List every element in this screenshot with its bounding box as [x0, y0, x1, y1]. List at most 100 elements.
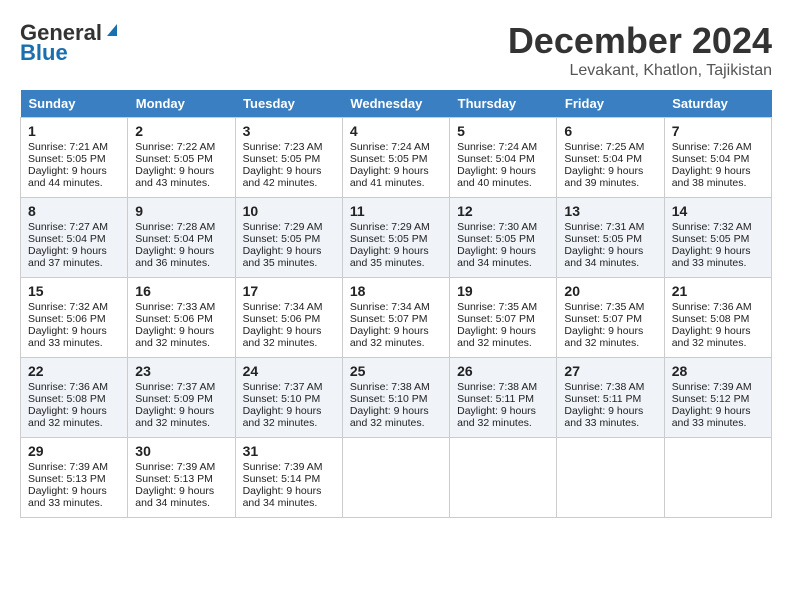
- sunrise-text: Sunrise: 7:36 AM: [672, 301, 764, 313]
- sunrise-text: Sunrise: 7:22 AM: [135, 141, 227, 153]
- logo-arrow-icon: [103, 20, 121, 43]
- table-row: 10 Sunrise: 7:29 AM Sunset: 5:05 PM Dayl…: [235, 198, 342, 278]
- sunrise-text: Sunrise: 7:37 AM: [243, 381, 335, 393]
- calendar-week-row: 8 Sunrise: 7:27 AM Sunset: 5:04 PM Dayli…: [21, 198, 772, 278]
- table-row: 24 Sunrise: 7:37 AM Sunset: 5:10 PM Dayl…: [235, 358, 342, 438]
- sunset-text: Sunset: 5:04 PM: [457, 153, 549, 165]
- table-row: 11 Sunrise: 7:29 AM Sunset: 5:05 PM Dayl…: [342, 198, 449, 278]
- table-row: 31 Sunrise: 7:39 AM Sunset: 5:14 PM Dayl…: [235, 438, 342, 518]
- day-number: 29: [28, 443, 120, 459]
- table-row: 3 Sunrise: 7:23 AM Sunset: 5:05 PM Dayli…: [235, 118, 342, 198]
- table-row: 25 Sunrise: 7:38 AM Sunset: 5:10 PM Dayl…: [342, 358, 449, 438]
- sunset-text: Sunset: 5:05 PM: [243, 233, 335, 245]
- daylight-text: Daylight: 9 hours and 32 minutes.: [135, 405, 227, 429]
- table-row: 22 Sunrise: 7:36 AM Sunset: 5:08 PM Dayl…: [21, 358, 128, 438]
- sunset-text: Sunset: 5:06 PM: [243, 313, 335, 325]
- sunrise-text: Sunrise: 7:39 AM: [135, 461, 227, 473]
- sunrise-text: Sunrise: 7:33 AM: [135, 301, 227, 313]
- day-number: 17: [243, 283, 335, 299]
- table-row: 30 Sunrise: 7:39 AM Sunset: 5:13 PM Dayl…: [128, 438, 235, 518]
- daylight-text: Daylight: 9 hours and 37 minutes.: [28, 245, 120, 269]
- day-number: 10: [243, 203, 335, 219]
- sunrise-text: Sunrise: 7:29 AM: [350, 221, 442, 233]
- table-row: 2 Sunrise: 7:22 AM Sunset: 5:05 PM Dayli…: [128, 118, 235, 198]
- daylight-text: Daylight: 9 hours and 35 minutes.: [243, 245, 335, 269]
- day-number: 12: [457, 203, 549, 219]
- day-number: 25: [350, 363, 442, 379]
- table-row: 1 Sunrise: 7:21 AM Sunset: 5:05 PM Dayli…: [21, 118, 128, 198]
- sunrise-text: Sunrise: 7:29 AM: [243, 221, 335, 233]
- sunrise-text: Sunrise: 7:38 AM: [350, 381, 442, 393]
- daylight-text: Daylight: 9 hours and 42 minutes.: [243, 165, 335, 189]
- col-monday: Monday: [128, 90, 235, 118]
- day-number: 11: [350, 203, 442, 219]
- sunrise-text: Sunrise: 7:34 AM: [243, 301, 335, 313]
- sunrise-text: Sunrise: 7:27 AM: [28, 221, 120, 233]
- table-row: 17 Sunrise: 7:34 AM Sunset: 5:06 PM Dayl…: [235, 278, 342, 358]
- table-row: 28 Sunrise: 7:39 AM Sunset: 5:12 PM Dayl…: [664, 358, 771, 438]
- sunrise-text: Sunrise: 7:35 AM: [457, 301, 549, 313]
- table-row: 27 Sunrise: 7:38 AM Sunset: 5:11 PM Dayl…: [557, 358, 664, 438]
- day-number: 8: [28, 203, 120, 219]
- month-title: December 2024: [508, 20, 772, 62]
- sunset-text: Sunset: 5:07 PM: [564, 313, 656, 325]
- sunset-text: Sunset: 5:09 PM: [135, 393, 227, 405]
- day-number: 26: [457, 363, 549, 379]
- table-row: 26 Sunrise: 7:38 AM Sunset: 5:11 PM Dayl…: [450, 358, 557, 438]
- col-tuesday: Tuesday: [235, 90, 342, 118]
- table-row: 8 Sunrise: 7:27 AM Sunset: 5:04 PM Dayli…: [21, 198, 128, 278]
- daylight-text: Daylight: 9 hours and 34 minutes.: [457, 245, 549, 269]
- calendar-table: Sunday Monday Tuesday Wednesday Thursday…: [20, 90, 772, 518]
- sunrise-text: Sunrise: 7:39 AM: [672, 381, 764, 393]
- day-number: 9: [135, 203, 227, 219]
- sunset-text: Sunset: 5:05 PM: [28, 153, 120, 165]
- calendar-header-row: Sunday Monday Tuesday Wednesday Thursday…: [21, 90, 772, 118]
- sunset-text: Sunset: 5:04 PM: [28, 233, 120, 245]
- daylight-text: Daylight: 9 hours and 44 minutes.: [28, 165, 120, 189]
- daylight-text: Daylight: 9 hours and 32 minutes.: [457, 405, 549, 429]
- table-row: 13 Sunrise: 7:31 AM Sunset: 5:05 PM Dayl…: [557, 198, 664, 278]
- sunrise-text: Sunrise: 7:32 AM: [28, 301, 120, 313]
- day-number: 6: [564, 123, 656, 139]
- sunrise-text: Sunrise: 7:39 AM: [28, 461, 120, 473]
- sunset-text: Sunset: 5:13 PM: [28, 473, 120, 485]
- sunset-text: Sunset: 5:05 PM: [564, 233, 656, 245]
- sunset-text: Sunset: 5:05 PM: [672, 233, 764, 245]
- table-row: 18 Sunrise: 7:34 AM Sunset: 5:07 PM Dayl…: [342, 278, 449, 358]
- day-number: 16: [135, 283, 227, 299]
- daylight-text: Daylight: 9 hours and 32 minutes.: [564, 325, 656, 349]
- sunset-text: Sunset: 5:04 PM: [135, 233, 227, 245]
- table-row: [450, 438, 557, 518]
- sunrise-text: Sunrise: 7:28 AM: [135, 221, 227, 233]
- sunrise-text: Sunrise: 7:38 AM: [457, 381, 549, 393]
- table-row: 4 Sunrise: 7:24 AM Sunset: 5:05 PM Dayli…: [342, 118, 449, 198]
- col-saturday: Saturday: [664, 90, 771, 118]
- sunset-text: Sunset: 5:10 PM: [350, 393, 442, 405]
- daylight-text: Daylight: 9 hours and 38 minutes.: [672, 165, 764, 189]
- location-title: Levakant, Khatlon, Tajikistan: [508, 62, 772, 80]
- sunrise-text: Sunrise: 7:24 AM: [350, 141, 442, 153]
- sunrise-text: Sunrise: 7:35 AM: [564, 301, 656, 313]
- day-number: 1: [28, 123, 120, 139]
- sunrise-text: Sunrise: 7:21 AM: [28, 141, 120, 153]
- sunset-text: Sunset: 5:08 PM: [672, 313, 764, 325]
- daylight-text: Daylight: 9 hours and 43 minutes.: [135, 165, 227, 189]
- sunset-text: Sunset: 5:07 PM: [457, 313, 549, 325]
- sunset-text: Sunset: 5:05 PM: [457, 233, 549, 245]
- table-row: 9 Sunrise: 7:28 AM Sunset: 5:04 PM Dayli…: [128, 198, 235, 278]
- sunset-text: Sunset: 5:05 PM: [135, 153, 227, 165]
- sunrise-text: Sunrise: 7:39 AM: [243, 461, 335, 473]
- table-row: 5 Sunrise: 7:24 AM Sunset: 5:04 PM Dayli…: [450, 118, 557, 198]
- day-number: 4: [350, 123, 442, 139]
- day-number: 22: [28, 363, 120, 379]
- sunset-text: Sunset: 5:07 PM: [350, 313, 442, 325]
- daylight-text: Daylight: 9 hours and 34 minutes.: [564, 245, 656, 269]
- daylight-text: Daylight: 9 hours and 32 minutes.: [243, 325, 335, 349]
- sunrise-text: Sunrise: 7:32 AM: [672, 221, 764, 233]
- table-row: [342, 438, 449, 518]
- daylight-text: Daylight: 9 hours and 32 minutes.: [350, 325, 442, 349]
- sunrise-text: Sunrise: 7:26 AM: [672, 141, 764, 153]
- table-row: [557, 438, 664, 518]
- daylight-text: Daylight: 9 hours and 32 minutes.: [28, 405, 120, 429]
- day-number: 2: [135, 123, 227, 139]
